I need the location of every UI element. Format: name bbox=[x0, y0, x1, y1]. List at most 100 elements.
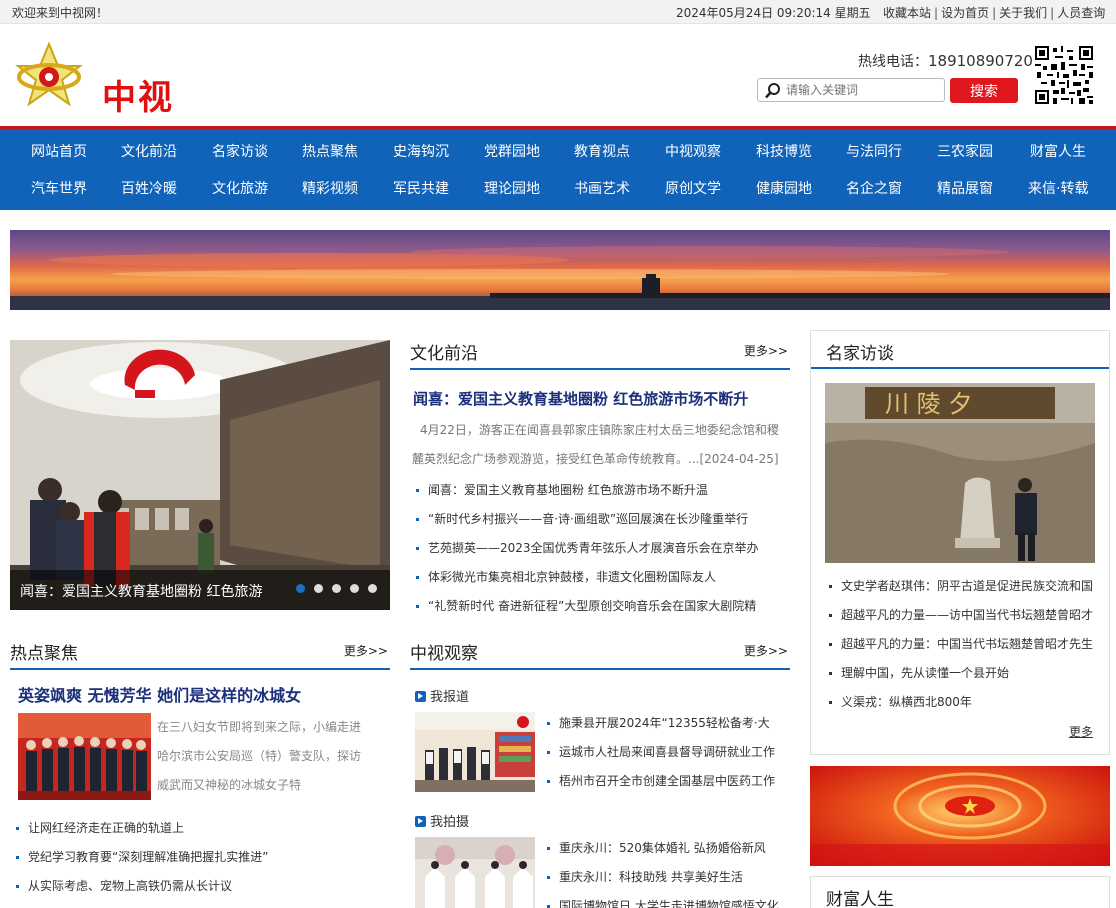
more-link[interactable]: 更多>> bbox=[744, 642, 788, 659]
summary-line: 威武而又神秘的冰城女子特 bbox=[157, 778, 302, 792]
list-item[interactable]: 重庆永川：520集体婚礼 弘扬婚俗新风 bbox=[541, 834, 790, 863]
nav-item-literature[interactable]: 原创文学 bbox=[665, 178, 721, 198]
nav-item-culture[interactable]: 文化前沿 bbox=[121, 141, 177, 161]
section-title[interactable]: 中视观察 bbox=[410, 639, 478, 664]
featured-slideshow[interactable]: 闻喜：爱国主义教育基地圈粉 红色旅游 bbox=[10, 340, 390, 610]
list-item[interactable]: 国际博物馆日 大学生走进博物馆感悟文化 bbox=[541, 892, 790, 908]
culture-section-header: 文化前沿 更多>> bbox=[410, 339, 790, 370]
nav-item-letters[interactable]: 来信·转载 bbox=[1028, 178, 1088, 198]
summary-line: 麓英烈纪念广场参观游览，接受红色革命传统教育。...[2024-04-25] bbox=[412, 452, 779, 466]
nav-item-enterprise[interactable]: 名企之窗 bbox=[846, 178, 902, 198]
nav-item-military[interactable]: 军民共建 bbox=[393, 178, 449, 198]
slide-caption: 闻喜：爱国主义教育基地圈粉 红色旅游 bbox=[20, 584, 263, 600]
bookmark-link[interactable]: 收藏本站 bbox=[883, 6, 931, 20]
nav-item-agriculture[interactable]: 三农家园 bbox=[937, 141, 993, 161]
list-item[interactable]: 理解中国，先从读懂一个县开始 bbox=[823, 659, 1108, 688]
summary-line: 4月22日，游客正在闻喜县郭家庄镇陈家庄村太岳三地委纪念馆和稷 bbox=[420, 423, 779, 437]
summary-line: 哈尔滨市公安局巡（特）警支队，探访 bbox=[157, 749, 362, 763]
section-title[interactable]: 名家访谈 bbox=[826, 339, 894, 364]
more-link[interactable]: 更多>> bbox=[744, 342, 788, 359]
list-item[interactable]: 重庆永川：科技助残 共享美好生活 bbox=[541, 863, 790, 892]
list-item[interactable]: 党纪学习教育要“深刻理解准确把握扎实推进” bbox=[10, 843, 390, 872]
list-item[interactable]: 义渠戎：纵横西北800年 bbox=[823, 688, 1108, 717]
nav-item-auto[interactable]: 汽车世界 bbox=[31, 178, 87, 198]
list-item[interactable]: 运城市人社局来闻喜县督导调研就业工作 bbox=[541, 738, 790, 767]
subsection-photo[interactable]: 我拍摄 bbox=[415, 811, 469, 830]
nav-item-interviews[interactable]: 名家访谈 bbox=[212, 141, 268, 161]
slide-dot-5[interactable] bbox=[368, 584, 377, 593]
photo-thumbnail[interactable] bbox=[415, 837, 535, 908]
subsection-report[interactable]: 我报道 bbox=[415, 686, 469, 705]
nav-item-theory[interactable]: 理论园地 bbox=[484, 178, 540, 198]
set-homepage-link[interactable]: 设为首页 bbox=[941, 6, 989, 20]
list-item[interactable]: 梧州市召开全市创建全国基层中医药工作 bbox=[541, 767, 790, 796]
qr-code-icon bbox=[1035, 46, 1093, 104]
slide-dot-2[interactable] bbox=[314, 584, 323, 593]
nav-item-law[interactable]: 与法同行 bbox=[846, 141, 902, 161]
observe-section-header: 中视观察 更多>> bbox=[410, 639, 790, 670]
list-item[interactable]: “礼赞新时代 奋进新征程”大型原创交响音乐会在国家大剧院精 bbox=[410, 592, 790, 621]
nav-item-technology[interactable]: 科技博览 bbox=[756, 141, 812, 161]
culture-headline[interactable]: 闻喜：爱国主义教育基地圈粉 红色旅游市场不断升 bbox=[413, 388, 748, 409]
list-item[interactable]: 超越平凡的力量——访中国当代书坛翘楚曾昭才 bbox=[823, 601, 1108, 630]
interview-image: 川 陵 夕 bbox=[825, 383, 1095, 563]
hotline: 热线电话：18910890720 bbox=[858, 51, 1033, 71]
summary-line: 在三八妇女节即将到来之际，小编走进 bbox=[157, 720, 362, 734]
interviews-header: 名家访谈 bbox=[811, 331, 1109, 369]
report-thumbnail[interactable] bbox=[415, 712, 535, 792]
slide-dot-4[interactable] bbox=[350, 584, 359, 593]
wealth-box: 财富人生 bbox=[810, 876, 1110, 908]
about-us-link[interactable]: 关于我们 bbox=[999, 6, 1047, 20]
nav-item-home[interactable]: 网站首页 bbox=[31, 141, 87, 161]
section-title[interactable]: 热点聚焦 bbox=[10, 639, 78, 664]
nav-item-video[interactable]: 精彩视频 bbox=[302, 178, 358, 198]
staff-query-link[interactable]: 人员查询 bbox=[1057, 6, 1105, 20]
site-logo[interactable]: 中视网 bbox=[14, 42, 204, 167]
nav-item-wealth[interactable]: 财富人生 bbox=[1030, 141, 1086, 161]
search-button[interactable]: 搜索 bbox=[950, 78, 1018, 103]
sunset-banner[interactable] bbox=[10, 230, 1110, 310]
slide-dot-3[interactable] bbox=[332, 584, 341, 593]
list-item[interactable]: “新时代乡村振兴——音·诗·画组歌”巡回展演在长沙隆重举行 bbox=[410, 505, 790, 534]
nav-item-education[interactable]: 教育视点 bbox=[574, 141, 630, 161]
section-title[interactable]: 财富人生 bbox=[826, 885, 894, 908]
interview-photo[interactable]: 川 陵 夕 bbox=[825, 383, 1095, 563]
nav-row-2: 汽车世界 百姓冷暖 文化旅游 精彩视频 军民共建 理论园地 书画艺术 原创文学 … bbox=[0, 170, 1116, 206]
eye-logo-icon bbox=[15, 42, 83, 107]
party-emblem-banner[interactable] bbox=[810, 766, 1110, 866]
more-link[interactable]: 更多>> bbox=[344, 642, 388, 659]
hotline-label: 热线电话： bbox=[858, 54, 928, 70]
list-item[interactable]: 让网红经济走在正确的轨道上 bbox=[10, 814, 390, 843]
nav-item-hotspot[interactable]: 热点聚焦 bbox=[302, 141, 358, 161]
policewomen-image bbox=[18, 713, 151, 800]
nav-item-tourism[interactable]: 文化旅游 bbox=[212, 178, 268, 198]
wealth-header: 财富人生 bbox=[811, 877, 1109, 908]
list-item[interactable]: 艺苑撷英——2023全国优秀青年弦乐人才展演音乐会在京举办 bbox=[410, 534, 790, 563]
list-item[interactable]: 文史学者赵琪伟：阴平古道是促进民族交流和国 bbox=[823, 572, 1108, 601]
nav-item-health[interactable]: 健康园地 bbox=[756, 178, 812, 198]
hotline-number: 18910890720 bbox=[928, 52, 1033, 70]
list-item[interactable]: 闻喜：爱国主义教育基地圈粉 红色旅游市场不断升温 bbox=[410, 476, 790, 505]
nav-item-party[interactable]: 党群园地 bbox=[484, 141, 540, 161]
list-item[interactable]: 施秉县开展2024年“12355轻松备考·大 bbox=[541, 709, 790, 738]
main-nav: 网站首页 文化前沿 名家访谈 热点聚焦 史海钩沉 党群园地 教育视点 中视观察 … bbox=[0, 126, 1116, 210]
slide-dot-1[interactable] bbox=[296, 584, 305, 593]
nav-item-calligraphy[interactable]: 书画艺术 bbox=[574, 178, 630, 198]
list-item[interactable]: 从实际考虑、宠物上高铁仍需从长计议 bbox=[10, 872, 390, 901]
nav-item-showcase[interactable]: 精品展窗 bbox=[937, 178, 993, 198]
top-bar: 欢迎来到中视网！ 2024年05月24日 09:20:14 星期五 收藏本站 | 设… bbox=[0, 0, 1116, 24]
section-title[interactable]: 文化前沿 bbox=[410, 339, 478, 364]
nav-item-livelihood[interactable]: 百姓冷暖 bbox=[121, 178, 177, 198]
hotspot-headline[interactable]: 英姿飒爽 无愧芳华 她们是这样的冰城女 bbox=[18, 682, 301, 706]
hotspot-thumbnail[interactable] bbox=[18, 713, 151, 800]
interviews-list: 文史学者赵琪伟：阴平古道是促进民族交流和国 超越平凡的力量——访中国当代书坛翘楚… bbox=[823, 572, 1108, 717]
search-input[interactable] bbox=[786, 81, 941, 99]
nav-item-history[interactable]: 史海钩沉 bbox=[393, 141, 449, 161]
interviews-more-link[interactable]: 更多 bbox=[1069, 723, 1093, 740]
play-arrow-icon bbox=[415, 691, 426, 702]
photo-news-list: 重庆永川：520集体婚礼 弘扬婚俗新风 重庆永川：科技助残 共享美好生活 国际博… bbox=[541, 834, 790, 908]
list-item[interactable]: 体彩微光市集亮相北京钟鼓楼，非遗文化圈粉国际友人 bbox=[410, 563, 790, 592]
subsection-title: 我报道 bbox=[430, 690, 470, 705]
nav-item-observation[interactable]: 中视观察 bbox=[665, 141, 721, 161]
list-item[interactable]: 超越平凡的力量：中国当代书坛翘楚曾昭才先生 bbox=[823, 630, 1108, 659]
